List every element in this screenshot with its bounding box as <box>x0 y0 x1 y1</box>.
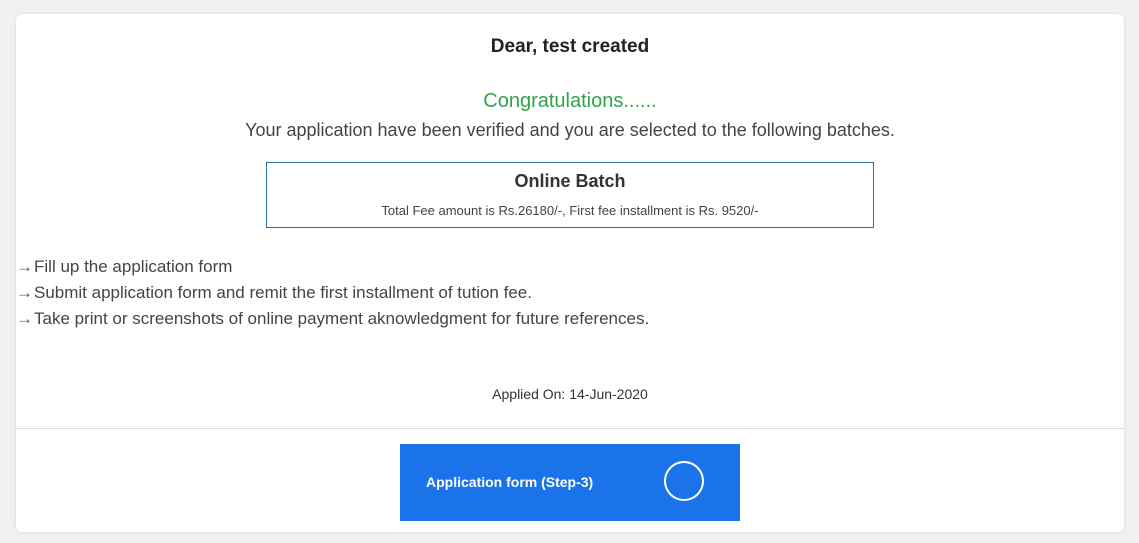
arrow-right-icon: → <box>16 283 33 302</box>
instruction-list: →Fill up the application form →Submit ap… <box>16 254 649 332</box>
applied-on-date: Applied On: 14-Jun-2020 <box>492 386 648 402</box>
card-divider <box>16 428 1124 429</box>
instruction-text: Take print or screenshots of online paym… <box>34 309 650 328</box>
application-form-step3-button[interactable]: Application form (Step-3) <box>400 444 740 521</box>
instruction-item: →Fill up the application form <box>16 254 649 280</box>
instruction-text: Submit application form and remit the fi… <box>34 283 532 302</box>
instruction-item: →Take print or screenshots of online pay… <box>16 306 649 332</box>
batch-info-box: Online Batch Total Fee amount is Rs.2618… <box>266 162 874 228</box>
batch-fee-details: Total Fee amount is Rs.26180/-, First fe… <box>381 203 759 218</box>
arrow-right-icon: → <box>16 257 33 276</box>
greeting-heading: Dear, test created <box>490 36 650 57</box>
spinner-icon <box>664 461 704 501</box>
application-status-card: Dear, test created Congratulations......… <box>16 14 1124 532</box>
button-label: Application form (Step-3) <box>426 474 594 490</box>
verification-message: Your application have been verified and … <box>245 120 895 140</box>
arrow-right-icon: → <box>16 309 33 328</box>
instruction-text: Fill up the application form <box>34 257 233 276</box>
instruction-item: →Submit application form and remit the f… <box>16 280 649 306</box>
batch-title: Online Batch <box>514 171 626 191</box>
congratulations-message: Congratulations...... <box>483 90 657 112</box>
